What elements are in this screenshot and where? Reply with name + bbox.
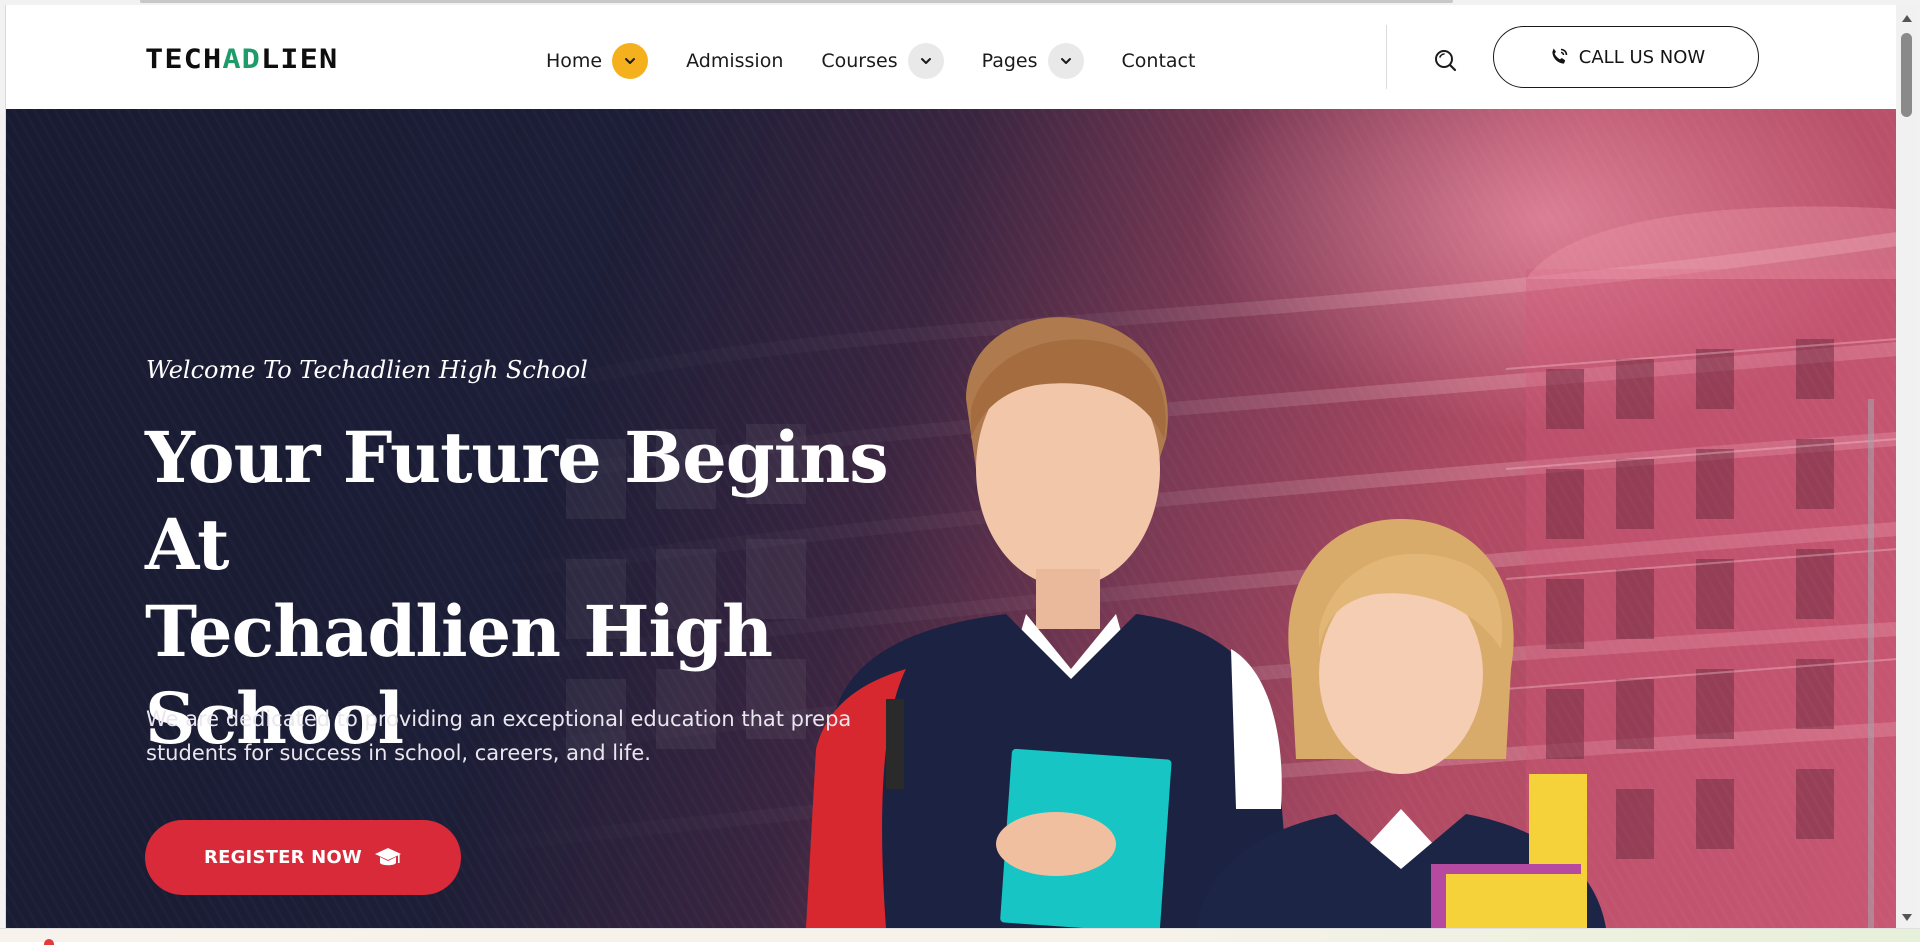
scroll-up-arrow-icon[interactable]: [1902, 15, 1912, 22]
search-icon[interactable]: [1433, 47, 1459, 73]
browser-frame: TECHADLIEN Home Admission Courses Pages …: [0, 0, 1920, 945]
site-logo[interactable]: TECHADLIEN: [145, 44, 338, 75]
chevron-down-icon[interactable]: [1047, 43, 1084, 79]
chevron-down-icon[interactable]: [907, 43, 944, 79]
top-bar: [140, 0, 1453, 3]
hero-description: We are dedicated to providing an excepti…: [146, 702, 866, 770]
register-now-button[interactable]: REGISTER NOW: [145, 820, 461, 895]
nav-label-pages: Pages: [981, 50, 1038, 72]
hero-title-line-2: Techadlien High: [145, 590, 773, 673]
phone-icon: [1552, 48, 1568, 64]
call-us-label: CALL US NOW: [1578, 46, 1706, 68]
bottom-indicator: [44, 939, 54, 945]
register-now-label: REGISTER NOW: [204, 847, 362, 868]
logo-text-tech: TECH: [145, 44, 223, 75]
chevron-down-icon[interactable]: [612, 43, 649, 79]
hero-welcome-text: Welcome To Techadlien High School: [146, 356, 588, 384]
nav-label-courses: Courses: [821, 50, 898, 72]
nav-label-admission: Admission: [686, 50, 784, 72]
nav-label-home: Home: [546, 50, 603, 72]
page-scrollbar[interactable]: [1897, 5, 1917, 928]
logo-text-lien: LIEN: [260, 44, 339, 75]
hero-description-line-2: students for success in school, careers,…: [146, 741, 651, 765]
main-nav: Home Admission Courses Pages Contact: [546, 41, 1233, 81]
nav-item-contact[interactable]: Contact: [1122, 50, 1196, 72]
hero-description-line-1: We are dedicated to providing an excepti…: [146, 707, 852, 731]
nav-item-courses[interactable]: Courses: [821, 43, 944, 79]
bottom-bar: [0, 928, 1920, 942]
nav-label-contact: Contact: [1121, 50, 1196, 72]
logo-text-ad: AD: [222, 44, 261, 75]
nav-item-admission[interactable]: Admission: [686, 50, 783, 72]
hero-title-line-1: Your Future Begins At: [145, 416, 889, 586]
site-header: TECHADLIEN Home Admission Courses Pages …: [6, 5, 1896, 109]
nav-item-pages[interactable]: Pages: [982, 43, 1084, 79]
web-page: TECHADLIEN Home Admission Courses Pages …: [5, 5, 1896, 928]
graduation-cap-icon: [374, 847, 401, 865]
hero-section: Welcome To Techadlien High School Your F…: [6, 109, 1896, 928]
scrollbar-thumb[interactable]: [1901, 33, 1912, 117]
nav-item-home[interactable]: Home: [546, 43, 649, 79]
scroll-down-arrow-icon[interactable]: [1902, 914, 1912, 921]
call-us-button[interactable]: CALL US NOW: [1493, 26, 1759, 88]
header-divider: [1386, 25, 1387, 89]
